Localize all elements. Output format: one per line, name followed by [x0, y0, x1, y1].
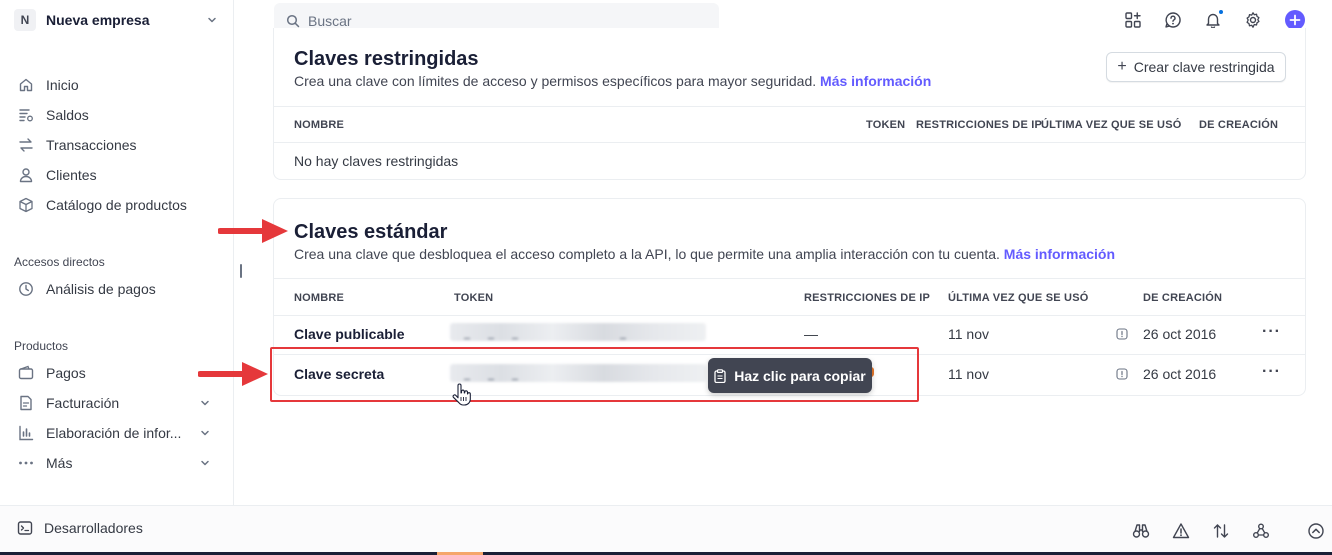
last-used: 11 nov	[948, 326, 989, 342]
sidebar-item-label: Más	[46, 455, 73, 471]
search-input[interactable]	[308, 12, 688, 29]
help-icon[interactable]	[1163, 10, 1183, 30]
hand-pointer-cursor-icon	[452, 383, 471, 406]
transactions-icon	[17, 136, 35, 154]
standard-keys-title: Claves estándar	[294, 221, 448, 243]
restricted-keys-title: Claves restringidas	[294, 48, 479, 70]
chevron-down-icon	[197, 395, 213, 411]
developers-button[interactable]: Desarrolladores	[17, 520, 143, 536]
bar-chart-icon	[17, 424, 35, 442]
chevron-up-circle-icon[interactable]	[1306, 521, 1326, 541]
key-name: Clave publicable	[294, 326, 405, 342]
plus-icon	[1289, 14, 1301, 26]
sidebar-item-label: Catálogo de productos	[46, 197, 187, 213]
column-header-last-used: ÚLTIMA VEZ QUE SE USÓ	[948, 292, 1089, 304]
company-avatar: N	[14, 9, 36, 31]
restricted-keys-card: Claves restringidas Crea una clave con l…	[273, 28, 1306, 180]
column-header-last-used: ÚLTIMA VEZ QUE SE USÓ	[1041, 119, 1182, 131]
column-header-created: DE CREACIÓN	[1143, 292, 1223, 304]
last-used: 11 nov	[948, 366, 989, 382]
company-name: Nueva empresa	[46, 12, 150, 28]
sidebar-item-catalogo[interactable]: Catálogo de productos	[17, 193, 217, 217]
sidebar-item-pagos[interactable]: Pagos	[17, 361, 217, 385]
plus-icon: +	[1117, 58, 1127, 75]
binoculars-icon[interactable]	[1131, 521, 1151, 541]
column-header-nombre: NOMBRE	[294, 292, 345, 304]
chevron-down-icon	[197, 425, 213, 441]
sidebar-item-label: Elaboración de infor...	[46, 425, 182, 441]
info-icon[interactable]	[1116, 368, 1128, 380]
ip-restrictions: —	[804, 326, 818, 342]
wallet-icon	[17, 364, 35, 382]
divider	[274, 278, 1305, 279]
divider	[274, 142, 1305, 143]
sidebar: N Nueva empresa Inicio Saldos Transaccio…	[0, 0, 234, 505]
sidebar-resize-handle[interactable]	[240, 264, 242, 278]
row-overflow-menu[interactable]: ···	[1262, 323, 1281, 341]
clock-icon	[17, 280, 35, 298]
sidebar-item-analisis-pagos[interactable]: Análisis de pagos	[17, 277, 217, 301]
sidebar-item-label: Clientes	[46, 167, 97, 183]
box-icon	[17, 196, 35, 214]
customer-icon	[17, 166, 35, 184]
home-icon	[17, 76, 35, 94]
column-header-token: TOKEN	[866, 119, 906, 131]
balances-icon	[17, 106, 35, 124]
column-header-token: TOKEN	[454, 292, 494, 304]
annotation-highlight-box	[270, 347, 919, 402]
created-date: 26 oct 2016	[1143, 366, 1217, 382]
billing-icon	[17, 394, 35, 412]
sidebar-item-mas[interactable]: Más	[17, 451, 217, 475]
webhooks-icon[interactable]	[1251, 521, 1271, 541]
sidebar-item-label: Análisis de pagos	[46, 281, 156, 297]
terminal-icon	[17, 520, 33, 536]
column-header-created: DE CREACIÓN	[1199, 119, 1279, 131]
sidebar-item-facturacion[interactable]: Facturación	[17, 391, 217, 415]
divider	[274, 106, 1305, 107]
sidebar-item-label: Transacciones	[46, 137, 137, 153]
restricted-keys-description: Crea una clave con límites de acceso y p…	[294, 73, 932, 89]
sidebar-item-clientes[interactable]: Clientes	[17, 163, 217, 187]
created-date: 26 oct 2016	[1143, 326, 1217, 342]
sort-arrows-icon[interactable]	[1211, 521, 1231, 541]
notifications-icon[interactable]	[1203, 9, 1224, 30]
sidebar-item-label: Inicio	[46, 77, 79, 93]
section-label-shortcuts: Accesos directos	[14, 255, 105, 269]
annotation-arrow-icon	[218, 219, 288, 243]
sidebar-item-label: Saldos	[46, 107, 89, 123]
more-dots-icon	[17, 454, 35, 472]
sidebar-item-label: Facturación	[46, 395, 120, 411]
divider	[274, 315, 1305, 316]
settings-gear-icon[interactable]	[1243, 10, 1263, 30]
empty-state-text: No hay claves restringidas	[294, 153, 459, 169]
column-header-nombre: NOMBRE	[294, 119, 345, 131]
publishable-key-token[interactable]	[450, 323, 706, 341]
apps-icon[interactable]	[1123, 10, 1143, 30]
sidebar-item-inicio[interactable]: Inicio	[17, 73, 217, 97]
column-header-ip: RESTRICCIONES DE IP	[916, 119, 1043, 131]
annotation-arrow-icon	[198, 362, 268, 386]
developer-toolbar: Desarrolladores	[0, 505, 1332, 555]
standard-keys-description: Crea una clave que desbloquea el acceso …	[294, 246, 1116, 262]
warning-icon[interactable]	[1171, 521, 1191, 541]
row-overflow-menu[interactable]: ···	[1262, 363, 1281, 381]
chevron-down-icon	[197, 455, 213, 471]
search-icon	[286, 13, 302, 29]
sidebar-item-transacciones[interactable]: Transacciones	[17, 133, 217, 157]
sidebar-item-saldos[interactable]: Saldos	[17, 103, 217, 127]
sidebar-item-label: Pagos	[46, 365, 86, 381]
chevron-down-icon	[204, 12, 220, 28]
info-icon[interactable]	[1116, 328, 1128, 340]
sidebar-item-informes[interactable]: Elaboración de infor...	[17, 421, 217, 445]
column-header-ip: RESTRICCIONES DE IP	[804, 292, 931, 304]
create-plus-button[interactable]	[1285, 10, 1305, 30]
notification-dot	[1218, 9, 1224, 15]
learn-more-link[interactable]: Más información	[1004, 246, 1115, 262]
account-switcher[interactable]: N Nueva empresa	[14, 9, 220, 31]
create-restricted-key-button[interactable]: + Crear clave restringida	[1106, 52, 1286, 82]
section-label-products: Productos	[14, 339, 69, 353]
learn-more-link[interactable]: Más información	[820, 73, 931, 89]
